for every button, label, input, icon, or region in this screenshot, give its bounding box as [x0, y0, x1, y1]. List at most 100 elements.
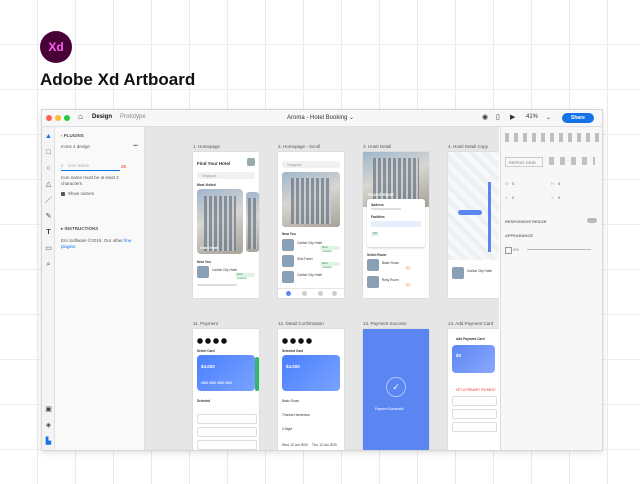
selected-card-heading: Selected Card — [282, 349, 304, 353]
hotel-name: Carlton City Hotel — [212, 268, 237, 272]
close-window-button[interactable] — [46, 115, 52, 121]
x-input[interactable]: 0 — [512, 195, 514, 200]
polygon-tool-icon[interactable]: △ — [45, 181, 52, 188]
assets-icon[interactable]: ▣ — [45, 406, 52, 413]
plugins-icon[interactable]: ▙ — [45, 438, 52, 445]
artboard-label-add-payment-card[interactable]: 14. Add Payment Card — [448, 321, 493, 326]
artboard-tool-icon[interactable]: ▭ — [45, 245, 52, 252]
home-icon[interactable]: ⌂ — [78, 112, 83, 121]
logo-text: Xd — [48, 40, 64, 54]
card-balance: $4.000 — [201, 364, 215, 369]
icon-name-placeholder: Icon name — [68, 163, 90, 168]
plugins-header[interactable]: ‹ PLUGINS — [61, 133, 84, 138]
mobile-preview-icon[interactable]: ▯ — [496, 113, 500, 121]
artboard-label-payment-success[interactable]: 13. Payment Success — [363, 321, 407, 326]
pen-tool-icon[interactable]: ✎ — [45, 213, 52, 220]
plugin-footer: Ení Software ©2019. Our other fine plugi… — [61, 238, 139, 250]
hotel-image — [197, 189, 243, 254]
zoom-tool-icon[interactable]: ⌕ — [45, 261, 52, 268]
ellipse-tool-icon[interactable]: ○ — [45, 165, 52, 172]
card-number: 8888 8888 8888 8888 — [201, 381, 233, 385]
responsive-resize-toggle[interactable] — [587, 218, 597, 223]
artboard-payment-success[interactable]: ✓ Payment Successful — [363, 329, 429, 450]
address-line — [371, 208, 401, 210]
payment-card: $4.000 — [282, 355, 340, 391]
hotel-thumbnail — [282, 239, 294, 251]
hotel-image — [282, 172, 340, 227]
artboard-hotel-detail-copy[interactable]: Carlton City Hotel — [448, 152, 499, 298]
most-visited-heading: Most Visited — [197, 183, 216, 187]
text-tool-icon[interactable]: T — [45, 229, 52, 236]
line-tool-icon[interactable]: ／ — [45, 197, 52, 204]
align-toolbar[interactable] — [505, 133, 599, 142]
hotel-overlay-title: Grand Hyatt — [200, 246, 219, 250]
hotel-name: Carlton City Hotel — [297, 241, 322, 245]
document-title-text: Aroma - Hotel Booking — [287, 115, 348, 121]
artboard-label-hotel-detail-copy[interactable]: 4. Hotel Detail Copy — [448, 144, 488, 149]
share-button[interactable]: Share — [562, 113, 594, 123]
tab-design[interactable]: Design — [92, 114, 112, 120]
guest-name: Thomas Henderson — [282, 413, 310, 417]
opacity-slider[interactable] — [527, 249, 591, 250]
book-badge: ● — [405, 266, 411, 270]
artboard-payment[interactable]: Select Card $4.000 8888 8888 8888 8888 S… — [193, 329, 259, 450]
plugins-header-text: PLUGINS — [63, 133, 84, 138]
h-input[interactable]: 0 — [558, 181, 560, 186]
add-card-title: Add Payment Card — [456, 337, 485, 341]
artboard-detail-confirmation[interactable]: Selected Card $4.000 Basic Room Thomas H… — [278, 329, 344, 450]
user-icon[interactable]: ◉ — [482, 113, 488, 121]
facilities-label: Facilities — [371, 215, 385, 219]
select-tool-icon[interactable]: ▲ — [45, 133, 52, 140]
selected-label: Selected — [197, 399, 211, 403]
artboard-label-homepage-scroll[interactable]: 2. Homepage - Scroll — [278, 144, 320, 149]
tab-prototype[interactable]: Prototype — [120, 114, 146, 120]
zoom-level[interactable]: 41% — [526, 114, 538, 120]
instructions-header[interactable]: ▸ INSTRUCTIONS — [61, 226, 98, 232]
artboard-homepage[interactable]: Find Your Hotel Singapore Most Visited G… — [193, 152, 259, 298]
avatar-row — [282, 338, 312, 344]
design-canvas[interactable]: 1. Homepage 2. Homepage - Scroll 3. Hote… — [145, 127, 499, 450]
artboard-label-homepage[interactable]: 1. Homepage — [193, 144, 220, 149]
opacity-value[interactable]: 0% — [513, 247, 519, 252]
status-badge: Book available — [320, 262, 340, 269]
plugin-menu-icon[interactable]: ••• — [133, 143, 138, 148]
rectangle-tool-icon[interactable]: □ — [45, 149, 52, 156]
artboard-add-payment-card[interactable]: Add Payment Card $0 SET A PRIMARY PAYMEN… — [448, 329, 499, 450]
repeat-grid-button[interactable]: REPEAT GRID — [505, 157, 543, 167]
card-balance: $4.000 — [286, 364, 300, 369]
artboard-label-payment[interactable]: 11. Payment — [193, 321, 218, 326]
xd-app-window: ⌂ Design Prototype Aroma - Hotel Booking… — [41, 109, 603, 451]
hotel-title: Grand Hyatt — [368, 192, 394, 197]
detail-card: Address Facilities $40 — [367, 199, 425, 247]
h-label: H — [551, 181, 554, 186]
book-badge: ● — [405, 283, 411, 287]
bottom-nav — [278, 288, 344, 298]
search-bar: Singapore — [197, 172, 255, 179]
price-tag: $40 — [371, 232, 380, 236]
list-item: Carlton City Hotel Book available — [282, 239, 340, 253]
room-type: Basic Room — [282, 399, 300, 403]
play-icon[interactable]: ▶ — [510, 113, 515, 121]
homepage-search-text: Singapore — [202, 174, 217, 178]
artboard-homepage-scroll[interactable]: Singapore Near You Carlton City Hotel Boo… — [278, 152, 344, 298]
layers-icon[interactable]: ◈ — [45, 422, 52, 429]
boolean-group[interactable] — [549, 157, 595, 165]
y-input[interactable]: 0 — [558, 195, 560, 200]
show-names-checkbox[interactable] — [61, 192, 65, 196]
zoom-chevron-icon[interactable]: ⌄ — [546, 114, 551, 121]
w-input[interactable]: 0 — [512, 181, 514, 186]
phone-field — [197, 440, 257, 450]
w-label: W — [505, 181, 509, 186]
document-title[interactable]: Aroma - Hotel Booking ⌄ — [287, 114, 354, 121]
x-label: X — [505, 195, 508, 200]
artboard-label-detail-confirmation[interactable]: 12. Detail Confirmation — [278, 321, 324, 326]
artboard-hotel-detail[interactable]: Grand Hyatt Address Facilities $40 Selec… — [363, 152, 429, 298]
maximize-window-button[interactable] — [64, 115, 70, 121]
price-text: $40 — [373, 232, 378, 235]
icon-name-input[interactable]: ⌕ Icon name — [61, 162, 120, 171]
size-input[interactable]: 36 — [121, 164, 126, 169]
minimize-window-button[interactable] — [55, 115, 61, 121]
artboard-label-hotel-detail[interactable]: 3. Hotel Detail — [363, 144, 391, 149]
profile-nav-icon — [332, 291, 337, 296]
room-thumbnail — [367, 259, 379, 271]
